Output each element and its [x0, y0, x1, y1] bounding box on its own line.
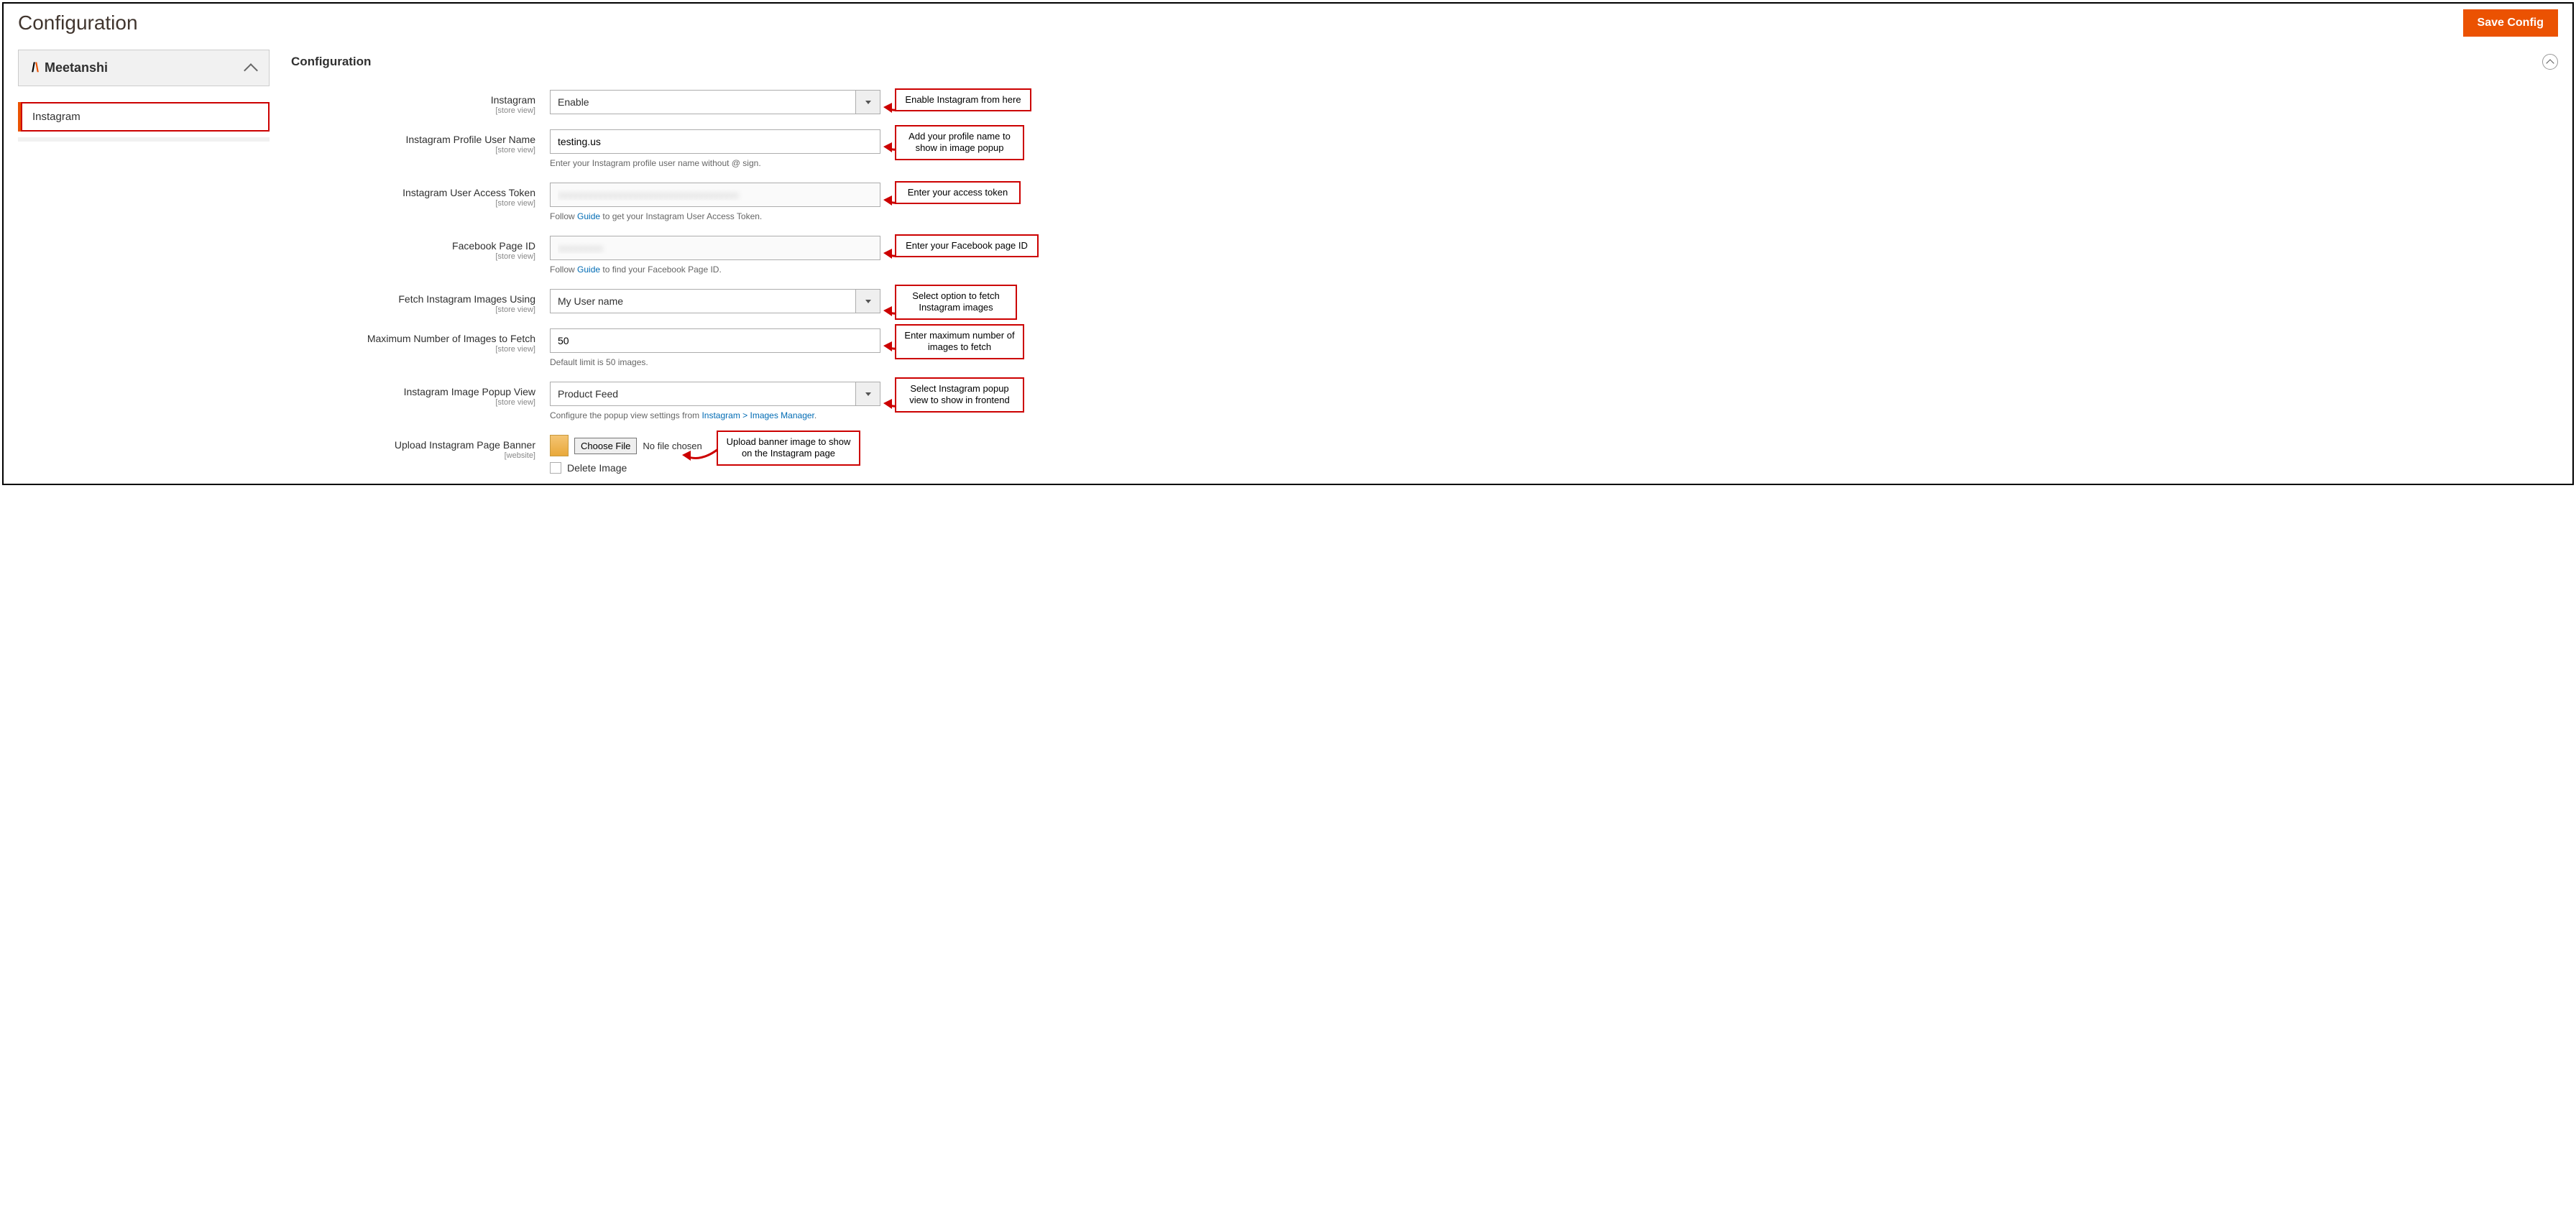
popup-view-select[interactable]: Product Feed	[550, 382, 880, 406]
field-help: Default limit is 50 images.	[550, 357, 880, 367]
sidebar-section-meetanshi[interactable]: /\ Meetanshi	[18, 50, 270, 86]
field-scope: [store view]	[291, 146, 535, 155]
field-label: Facebook Page ID	[452, 240, 535, 252]
sidebar-brand-name: Meetanshi	[45, 60, 108, 75]
chevron-down-icon	[855, 290, 880, 313]
delete-image-label: Delete Image	[567, 462, 627, 474]
field-popup-view: Instagram Image Popup View [store view] …	[291, 382, 2558, 420]
field-scope: [store view]	[291, 305, 535, 314]
field-scope: [store view]	[291, 398, 535, 407]
sidebar-divider	[18, 137, 270, 142]
field-label: Instagram User Access Token	[402, 187, 535, 198]
field-fetch-using: Fetch Instagram Images Using [store view…	[291, 289, 2558, 314]
field-scope: [website]	[291, 451, 535, 460]
sidebar-item-instagram[interactable]: Instagram	[18, 102, 270, 132]
guide-link[interactable]: Guide	[577, 264, 600, 275]
field-scope: [store view]	[291, 345, 535, 354]
guide-link[interactable]: Guide	[577, 211, 600, 221]
field-max-images: Maximum Number of Images to Fetch [store…	[291, 328, 2558, 367]
banner-thumbnail[interactable]	[550, 435, 569, 456]
profile-user-input[interactable]	[550, 129, 880, 154]
field-access-token: Instagram User Access Token [store view]…	[291, 183, 2558, 221]
field-label: Upload Instagram Page Banner	[395, 439, 535, 451]
field-help: Follow Guide to find your Facebook Page …	[550, 264, 880, 275]
field-label: Maximum Number of Images to Fetch	[367, 333, 535, 344]
field-upload-banner: Upload Instagram Page Banner [website] C…	[291, 435, 2558, 474]
choose-file-button[interactable]: Choose File	[574, 438, 637, 454]
field-label: Instagram	[491, 94, 535, 106]
callout: Select option to fetch Instagram images	[895, 285, 1017, 320]
field-scope: [store view]	[291, 199, 535, 208]
access-token-input[interactable]	[550, 183, 880, 207]
callout: Select Instagram popup view to show in f…	[895, 377, 1024, 413]
field-instagram-enable: Instagram [store view] Enable Enable Ins…	[291, 90, 2558, 115]
content: Configuration Instagram [store view] Ena…	[291, 50, 2558, 477]
field-label: Instagram Profile User Name	[405, 134, 535, 145]
callout: Upload banner image to show on the Insta…	[717, 431, 860, 466]
collapse-section-button[interactable]	[2542, 54, 2558, 70]
callout: Enter maximum number of images to fetch	[895, 324, 1024, 359]
delete-image-checkbox[interactable]	[550, 462, 561, 474]
select-value: Product Feed	[558, 388, 618, 400]
callout: Enter your access token	[895, 181, 1021, 204]
field-help: Enter your Instagram profile user name w…	[550, 158, 880, 168]
field-help: Follow Guide to get your Instagram User …	[550, 211, 880, 221]
field-scope: [store view]	[291, 106, 535, 115]
max-images-input[interactable]	[550, 328, 880, 353]
field-help: Configure the popup view settings from I…	[550, 410, 880, 420]
field-label: Fetch Instagram Images Using	[398, 293, 535, 305]
chevron-up-icon	[2546, 59, 2554, 67]
no-file-text: No file chosen	[643, 441, 702, 451]
chevron-down-icon	[855, 91, 880, 114]
images-manager-link[interactable]: Instagram > Images Manager	[702, 410, 814, 420]
chevron-up-icon	[244, 63, 258, 78]
brand-logo-icon: /\	[32, 60, 39, 75]
field-profile-user: Instagram Profile User Name [store view]…	[291, 129, 2558, 168]
instagram-enable-select[interactable]: Enable	[550, 90, 880, 114]
select-value: My User name	[558, 295, 623, 307]
sidebar-item-label: Instagram	[32, 111, 80, 123]
chevron-down-icon	[855, 382, 880, 405]
field-scope: [store view]	[291, 252, 535, 261]
field-label: Instagram Image Popup View	[404, 386, 535, 397]
select-value: Enable	[558, 96, 589, 108]
fetch-using-select[interactable]: My User name	[550, 289, 880, 313]
callout: Add your profile name to show in image p…	[895, 125, 1024, 160]
save-config-button[interactable]: Save Config	[2463, 9, 2558, 37]
section-title: Configuration	[291, 55, 371, 69]
callout: Enter your Facebook page ID	[895, 234, 1039, 257]
sidebar: /\ Meetanshi Instagram	[18, 50, 270, 477]
page-title: Configuration	[18, 11, 138, 34]
facebook-page-id-input[interactable]	[550, 236, 880, 260]
field-facebook-page-id: Facebook Page ID [store view] Follow Gui…	[291, 236, 2558, 275]
callout: Enable Instagram from here	[895, 88, 1031, 111]
